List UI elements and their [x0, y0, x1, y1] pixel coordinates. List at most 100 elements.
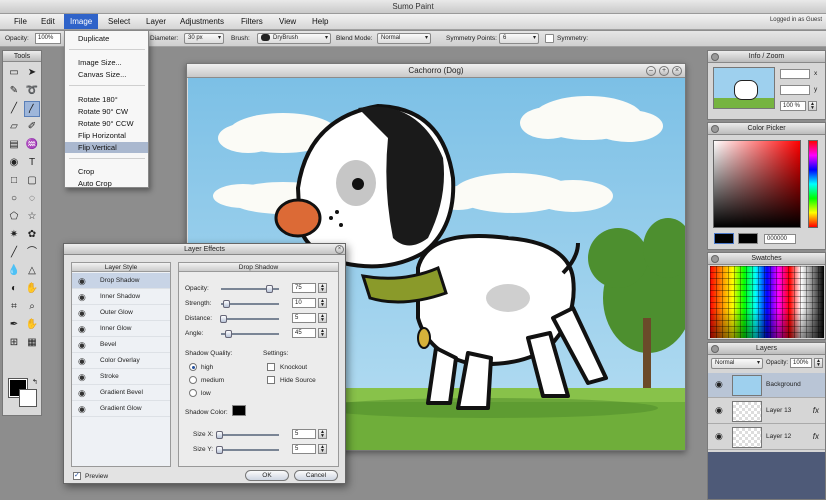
menu-item-rotate-90-ccw[interactable]: Rotate 90° CCW [65, 118, 148, 129]
hue-slider[interactable] [808, 140, 818, 228]
slider-knob[interactable] [216, 431, 223, 439]
symmetry-points-dropdown[interactable]: 6 ▾ [499, 33, 539, 44]
layer-opacity-field[interactable]: 100% [790, 358, 812, 368]
hex-color-field[interactable]: 000000 [764, 234, 796, 244]
menu-item-flip-horizontal[interactable]: Flip Horizontal [65, 130, 148, 141]
clone-tool-icon[interactable]: ◉ [6, 155, 22, 171]
menu-layer[interactable]: Layer [140, 14, 172, 29]
slider-knob[interactable] [216, 446, 223, 454]
shadow-color-swatch[interactable] [232, 405, 246, 416]
pencil-tool-icon[interactable]: ✎ [6, 83, 22, 99]
menu-item-duplicate[interactable]: Duplicate [65, 33, 148, 44]
rectangle-tool-icon[interactable]: □ [6, 173, 22, 189]
eraser-tool-icon[interactable]: ▱ [6, 119, 22, 135]
eye-icon[interactable]: ◉ [78, 289, 86, 305]
curve-tool-icon[interactable]: ⌒ [24, 245, 40, 261]
polygon-tool-icon[interactable]: ⬠ [6, 209, 22, 225]
zoom-tool-icon[interactable]: ⌕ [24, 299, 40, 315]
strength-value[interactable]: 10 [292, 298, 316, 308]
blur-tool-icon[interactable]: 💧 [6, 263, 22, 279]
gradient-tool-icon[interactable]: ▤ [6, 137, 22, 153]
size-y-stepper[interactable]: ▲ ▼ [318, 444, 327, 454]
smudge-tool-icon[interactable]: ✐ [24, 119, 40, 135]
angle-slider[interactable] [221, 330, 279, 338]
maximize-icon[interactable]: + [659, 66, 669, 76]
star-tool-icon[interactable]: ☆ [24, 209, 40, 225]
background-color-swatch[interactable] [19, 389, 37, 407]
lasso-tool-icon[interactable]: ➰ [24, 83, 40, 99]
style-row-gradient-glow[interactable]: ◉ Gradient Glow [72, 401, 170, 417]
slider-knob[interactable] [266, 285, 273, 293]
fx-icon[interactable]: fx [813, 432, 819, 441]
layer-row[interactable]: ◉ Layer 13 fx [708, 399, 825, 424]
style-row-inner-glow[interactable]: ◉ Inner Glow [72, 321, 170, 337]
menu-help[interactable]: Help [306, 14, 334, 29]
text-tool-icon[interactable]: T [24, 155, 40, 171]
opacity-slider[interactable] [221, 285, 279, 293]
dodge-tool-icon[interactable]: ◐ [6, 281, 22, 297]
brush-dropdown[interactable]: DryBrush ▾ [257, 33, 331, 44]
style-row-stroke[interactable]: ◉ Stroke [72, 369, 170, 385]
cancel-button[interactable]: Cancel [294, 470, 338, 481]
swap-colors-icon[interactable]: ↰ [32, 378, 38, 386]
collapse-icon[interactable] [711, 125, 719, 133]
symmetry-checkbox[interactable] [545, 34, 554, 43]
eyedropper-tool-icon[interactable]: ✒ [6, 317, 22, 333]
drybrush-tool-icon[interactable]: 〳 [24, 101, 40, 117]
menu-view[interactable]: View [273, 14, 302, 29]
menu-file[interactable]: File [8, 14, 33, 29]
sharpen-tool-icon[interactable]: △ [24, 263, 40, 279]
transform-tool-icon[interactable]: ⊞ [6, 335, 22, 351]
eye-icon[interactable]: ◉ [78, 273, 86, 289]
diameter-dropdown[interactable]: 30 px ▾ [184, 33, 224, 44]
eye-icon[interactable]: ◉ [715, 379, 723, 390]
opacity-value[interactable]: 75 [292, 283, 316, 293]
knockout-checkbox[interactable] [267, 363, 275, 371]
move-tool-icon[interactable]: ➤ [24, 65, 40, 81]
flower-tool-icon[interactable]: ✿ [24, 227, 40, 243]
preview-checkbox[interactable]: ✓ [73, 472, 81, 480]
spiral-tool-icon[interactable]: ◌ [24, 191, 40, 207]
size-x-slider[interactable] [216, 431, 279, 439]
marquee-tool-icon[interactable]: ▭ [6, 65, 22, 81]
layer-row[interactable]: ◉ Layer 12 fx [708, 425, 825, 450]
blend-mode-dropdown[interactable]: Normal ▾ [377, 33, 431, 44]
close-icon[interactable]: × [335, 245, 344, 254]
style-row-gradient-bevel[interactable]: ◉ Gradient Bevel [72, 385, 170, 401]
strength-slider[interactable] [221, 300, 279, 308]
eye-icon[interactable]: ◉ [78, 401, 86, 417]
quality-high-radio[interactable] [189, 363, 197, 371]
style-row-outer-glow[interactable]: ◉ Outer Glow [72, 305, 170, 321]
style-row-bevel[interactable]: ◉ Bevel [72, 337, 170, 353]
bucket-tool-icon[interactable]: ♒ [24, 137, 40, 153]
menu-select[interactable]: Select [102, 14, 136, 29]
eye-icon[interactable]: ◉ [715, 405, 723, 416]
hide-source-checkbox[interactable] [267, 376, 275, 384]
slider-knob[interactable] [225, 330, 232, 338]
line-tool-icon[interactable]: ╱ [6, 245, 22, 261]
zoom-field[interactable]: 100 % [780, 101, 806, 111]
minimize-icon[interactable]: – [646, 66, 656, 76]
eye-icon[interactable]: ◉ [78, 337, 86, 353]
crop-tool-icon[interactable]: ⌗ [6, 299, 22, 315]
collapse-icon[interactable] [711, 345, 719, 353]
eye-icon[interactable]: ◉ [715, 431, 723, 442]
brush-tool-icon[interactable]: ╱ [6, 101, 22, 117]
burst-tool-icon[interactable]: ✷ [6, 227, 22, 243]
menu-edit[interactable]: Edit [35, 14, 61, 29]
size-y-slider[interactable] [216, 446, 279, 454]
menu-item-image-size[interactable]: Image Size... [65, 57, 148, 68]
menu-item-flip-vertical[interactable]: Flip Vertical [65, 142, 148, 153]
collapse-icon[interactable] [711, 53, 719, 61]
collapse-icon[interactable] [711, 255, 719, 263]
strength-stepper[interactable]: ▲ ▼ [318, 298, 327, 308]
menu-item-rotate-90-cw[interactable]: Rotate 90° CW [65, 106, 148, 117]
distance-value[interactable]: 5 [292, 313, 316, 323]
menu-item-rotate-180[interactable]: Rotate 180° [65, 94, 148, 105]
opacity-field[interactable]: 100% [35, 33, 61, 44]
navigator-thumbnail[interactable] [713, 67, 775, 109]
eye-icon[interactable]: ◉ [78, 353, 86, 369]
size-x-value[interactable]: 5 [292, 429, 316, 439]
size-y-value[interactable]: 5 [292, 444, 316, 454]
layer-blend-dropdown[interactable]: Normal ▾ [711, 358, 763, 369]
